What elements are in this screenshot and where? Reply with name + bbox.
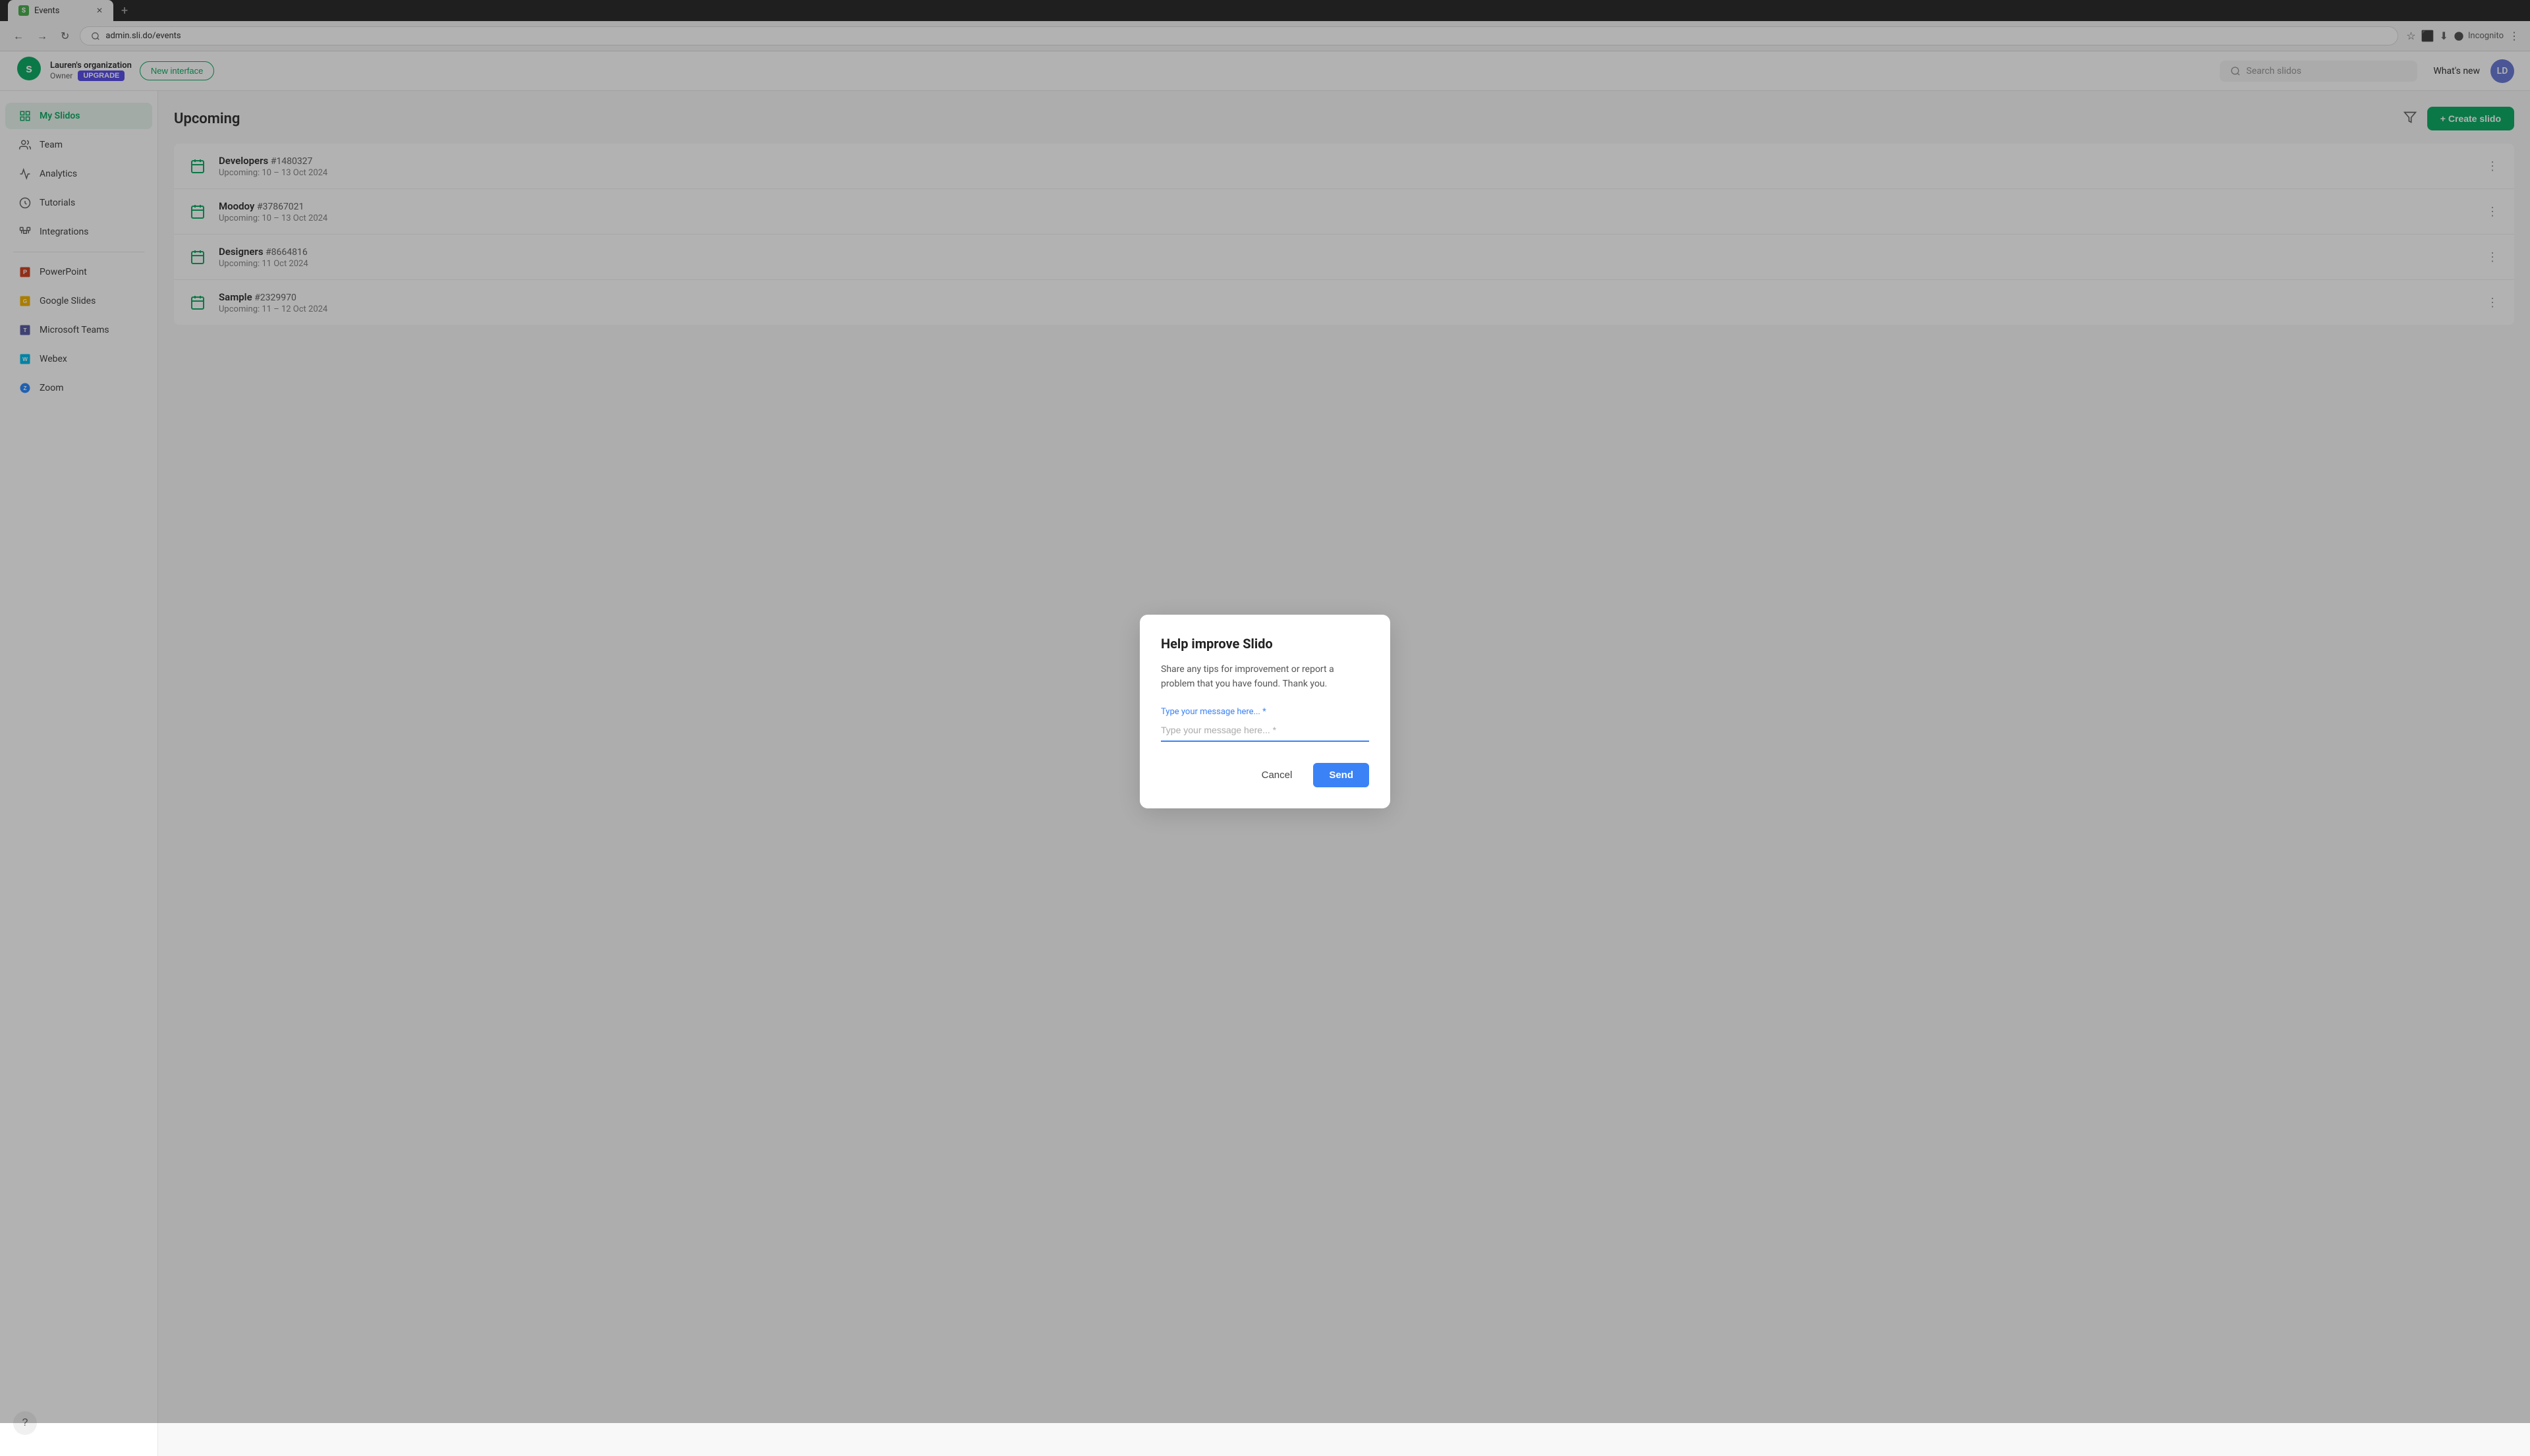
modal-overlay: Help improve Slido Share any tips for im…	[0, 0, 2530, 1423]
modal-title: Help improve Slido	[1161, 636, 1369, 652]
modal-description: Share any tips for improvement or report…	[1161, 662, 1369, 692]
help-modal: Help improve Slido Share any tips for im…	[1140, 615, 1390, 809]
modal-message-input[interactable]	[1161, 719, 1369, 742]
send-button[interactable]: Send	[1313, 763, 1369, 787]
modal-input-label: Type your message here... *	[1161, 707, 1369, 717]
modal-actions: Cancel Send	[1161, 763, 1369, 787]
cancel-button[interactable]: Cancel	[1249, 763, 1306, 787]
